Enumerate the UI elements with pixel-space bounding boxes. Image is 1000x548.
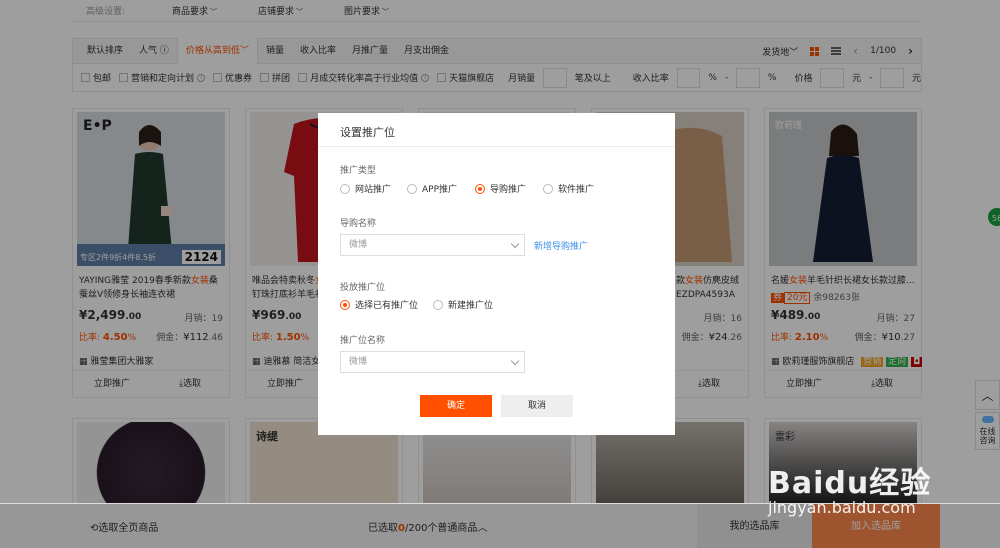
- radio-circle: [340, 183, 350, 194]
- radio-app-promo[interactable]: APP推广: [407, 182, 457, 195]
- radio-website-promo[interactable]: 网站推广: [340, 182, 391, 195]
- placement-label: 投放推广位: [340, 283, 386, 293]
- baidu-watermark: Baidu经验: [768, 466, 932, 501]
- placement-name-label: 推广位名称: [340, 336, 386, 346]
- chevron-down-icon: [510, 356, 520, 366]
- page: 高级设置: 商品要求 ﹀ 店铺要求 ﹀ 图片要求 ﹀ 默认排序 人气 ⓘ 价格从高到低…: [0, 0, 1000, 548]
- radio-circle: [407, 183, 417, 194]
- radio-new-placement[interactable]: 新建推广位: [433, 298, 493, 311]
- set-promo-position-dialog: 设置推广位 推广类型 网站推广 APP推广 导购推广 软件推广 导购名称 微博 …: [318, 113, 675, 435]
- divider: [318, 146, 675, 147]
- cancel-button[interactable]: 取消: [501, 395, 573, 417]
- placement-name-select[interactable]: 微博: [340, 351, 525, 373]
- radio-circle: [433, 299, 443, 310]
- guide-name-select[interactable]: 微博: [340, 234, 525, 256]
- radio-circle-selected: [475, 183, 485, 194]
- radio-circle: [543, 183, 553, 194]
- radio-existing-placement[interactable]: 选择已有推广位: [340, 298, 418, 311]
- radio-software-promo[interactable]: 软件推广: [543, 182, 594, 195]
- promo-type-label: 推广类型: [340, 166, 377, 176]
- add-guide-promo-link[interactable]: 新增导购推广: [534, 239, 588, 252]
- dialog-title: 设置推广位: [340, 126, 395, 139]
- guide-name-label: 导购名称: [340, 219, 377, 229]
- confirm-button[interactable]: 确定: [420, 395, 492, 417]
- radio-circle-selected: [340, 299, 350, 310]
- radio-guide-promo[interactable]: 导购推广: [475, 182, 526, 195]
- baidu-watermark-url: jingyan.baidu.com: [768, 498, 916, 517]
- chevron-down-icon: [510, 239, 520, 249]
